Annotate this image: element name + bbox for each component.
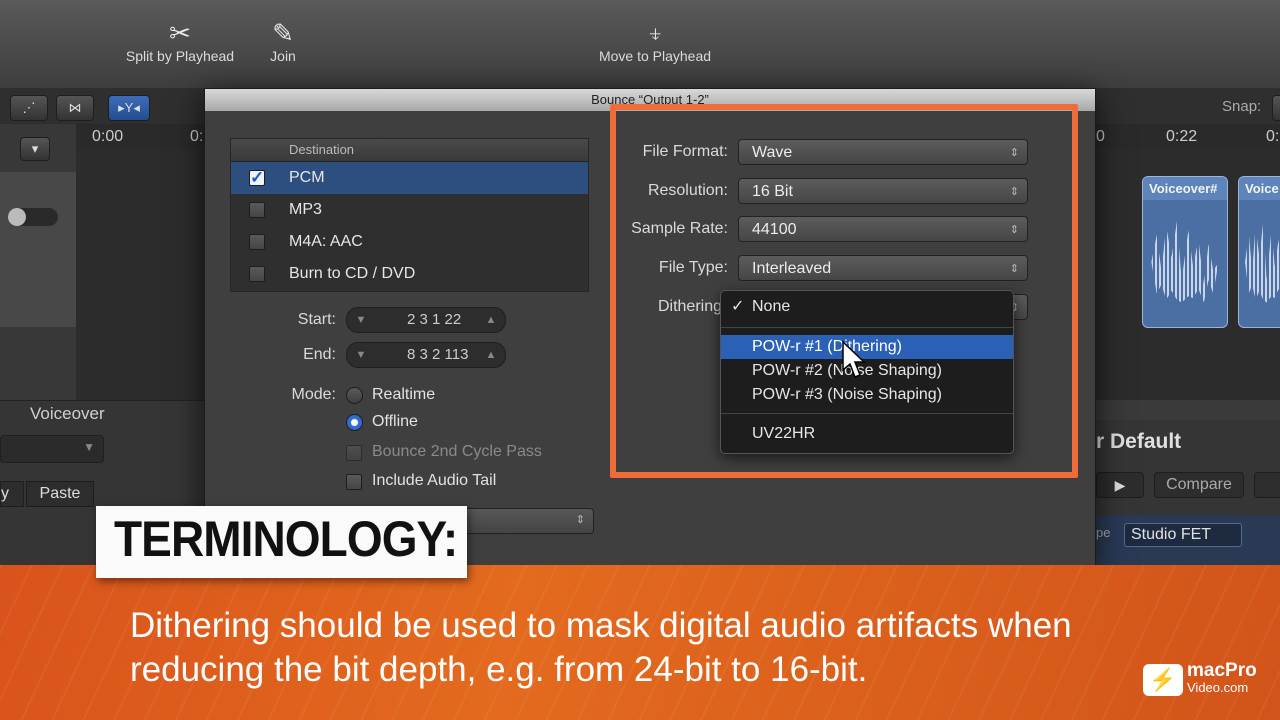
increment-icon[interactable]: ▲ (481, 308, 501, 332)
include-audio-tail-label: Include Audio Tail (372, 472, 497, 489)
ruler-mark: 0:00 (92, 128, 124, 145)
end-label: End: (303, 346, 336, 363)
copy-button[interactable]: y (0, 481, 24, 507)
ruler-mark: 0: (1266, 128, 1280, 145)
mp3-checkbox[interactable] (249, 202, 265, 218)
move-label: Move to Playhead (598, 48, 712, 64)
end-field[interactable]: ▼ 8 3 2 113 ▲ (346, 342, 506, 368)
type-label: pe (1096, 525, 1111, 540)
play-icon: ▶ (1114, 477, 1126, 493)
macprovideo-logo: ⚡ macPro Video.com (1143, 660, 1261, 698)
track-dropdown-button[interactable]: ▾ (20, 137, 50, 161)
destination-row-mp3[interactable]: MP3 (231, 194, 588, 226)
scissors-icon: ✂ (169, 18, 191, 48)
region-name: Voice (1239, 177, 1280, 200)
realtime-radio[interactable] (346, 387, 363, 404)
split-by-playhead-button[interactable]: ✂ Split by Playhead (120, 18, 240, 64)
track-name-label: Voiceover (30, 404, 105, 423)
mic-type-popup[interactable]: Studio FET (1124, 523, 1242, 547)
terminology-box: TERMINOLOGY: (96, 506, 467, 578)
bounce-2nd-cycle-checkbox[interactable] (346, 445, 362, 461)
ruler-mark: 0: (190, 128, 204, 145)
join-label: Join (270, 48, 296, 64)
main-toolbar: ✂ Split by Playhead ✎ Join ⍖ Move to Pla… (0, 0, 1280, 89)
destination-label: MP3 (289, 201, 322, 218)
move-to-playhead-button[interactable]: ⍖ Move to Playhead (590, 18, 720, 64)
glue-icon: ✎ (272, 18, 294, 48)
start-label: Start: (297, 311, 336, 328)
terminology-title: TERMINOLOGY: (114, 511, 458, 567)
start-value: 2 3 1 22 (407, 311, 462, 328)
waveform (1151, 221, 1219, 303)
destination-row-burn[interactable]: Burn to CD / DVD (231, 258, 588, 290)
chevron-down-icon: ▼ (83, 440, 95, 454)
destination-label: PCM (289, 169, 325, 186)
compare-button[interactable]: Compare (1154, 472, 1244, 498)
region-name: Voiceover# (1143, 177, 1227, 200)
destination-header: Destination (231, 139, 588, 162)
paste-button[interactable]: Paste (26, 481, 94, 507)
highlight-frame (610, 104, 1078, 478)
include-audio-tail-checkbox[interactable] (346, 474, 362, 490)
play-button[interactable]: ▶ (1096, 472, 1144, 498)
snap-label: Snap: (1222, 98, 1262, 115)
burn-checkbox[interactable] (249, 266, 265, 282)
mode-label: Mode: (291, 386, 336, 403)
preset-label: r Default (1096, 430, 1182, 453)
decrement-icon[interactable]: ▼ (351, 343, 371, 367)
destination-row-aac[interactable]: M4A: AAC (231, 226, 588, 258)
updown-arrows-icon: ⇕ (575, 514, 585, 526)
volume-knob[interactable] (8, 208, 26, 226)
ruler-mark: 0 (1096, 128, 1105, 145)
crossfade-tool-button[interactable]: ⋈ (56, 95, 94, 121)
track-strip (0, 172, 76, 327)
start-field[interactable]: ▼ 2 3 1 22 ▲ (346, 307, 506, 333)
destination-label: Burn to CD / DVD (289, 265, 416, 282)
offline-label: Offline (372, 413, 418, 430)
audio-region[interactable]: Voice (1238, 176, 1280, 328)
split-label: Split by Playhead (125, 48, 235, 64)
destination-table: Destination ✓ PCM MP3 M4A: AAC Burn to C… (230, 138, 589, 292)
join-button[interactable]: ✎ Join (258, 18, 308, 64)
inspector-popup[interactable]: ▼ (0, 435, 104, 463)
aac-checkbox[interactable] (249, 234, 265, 250)
caption-text: Dithering should be used to mask digital… (130, 606, 1072, 689)
playhead-icon: ⍖ (647, 18, 663, 48)
logo-mark-icon: ⚡ (1143, 664, 1183, 696)
bounce-2nd-cycle-label: Bounce 2nd Cycle Pass (372, 443, 542, 460)
audio-region[interactable]: Voiceover# (1142, 176, 1228, 328)
mic-type-value: Studio FET (1131, 526, 1212, 543)
destination-row-pcm[interactable]: ✓ PCM (231, 162, 588, 194)
plugin-header-strip: pe Studio FET (1096, 515, 1280, 565)
flex-tool-button[interactable]: ▸Y◂ (108, 95, 150, 121)
waveform (1245, 221, 1280, 303)
volume-slider[interactable] (8, 208, 58, 226)
pcm-checkbox[interactable]: ✓ (249, 169, 265, 186)
end-value: 8 3 2 113 (407, 346, 469, 363)
ruler-mark: 0:22 (1166, 128, 1198, 145)
offline-radio[interactable] (346, 414, 363, 431)
copy-settings-button[interactable] (1254, 472, 1280, 498)
logo-sub-text: Video.com (1187, 680, 1249, 695)
destination-label: M4A: AAC (289, 233, 363, 250)
increment-icon[interactable]: ▲ (481, 343, 501, 367)
logo-main-text: macPro (1187, 660, 1257, 681)
automation-tool-button[interactable]: ⋰ (10, 95, 48, 121)
plugin-panel: r Default ▶ Compare pe Studio FET (1096, 420, 1280, 565)
realtime-label: Realtime (372, 386, 436, 403)
decrement-icon[interactable]: ▼ (351, 308, 371, 332)
snap-popup[interactable] (1272, 95, 1280, 121)
